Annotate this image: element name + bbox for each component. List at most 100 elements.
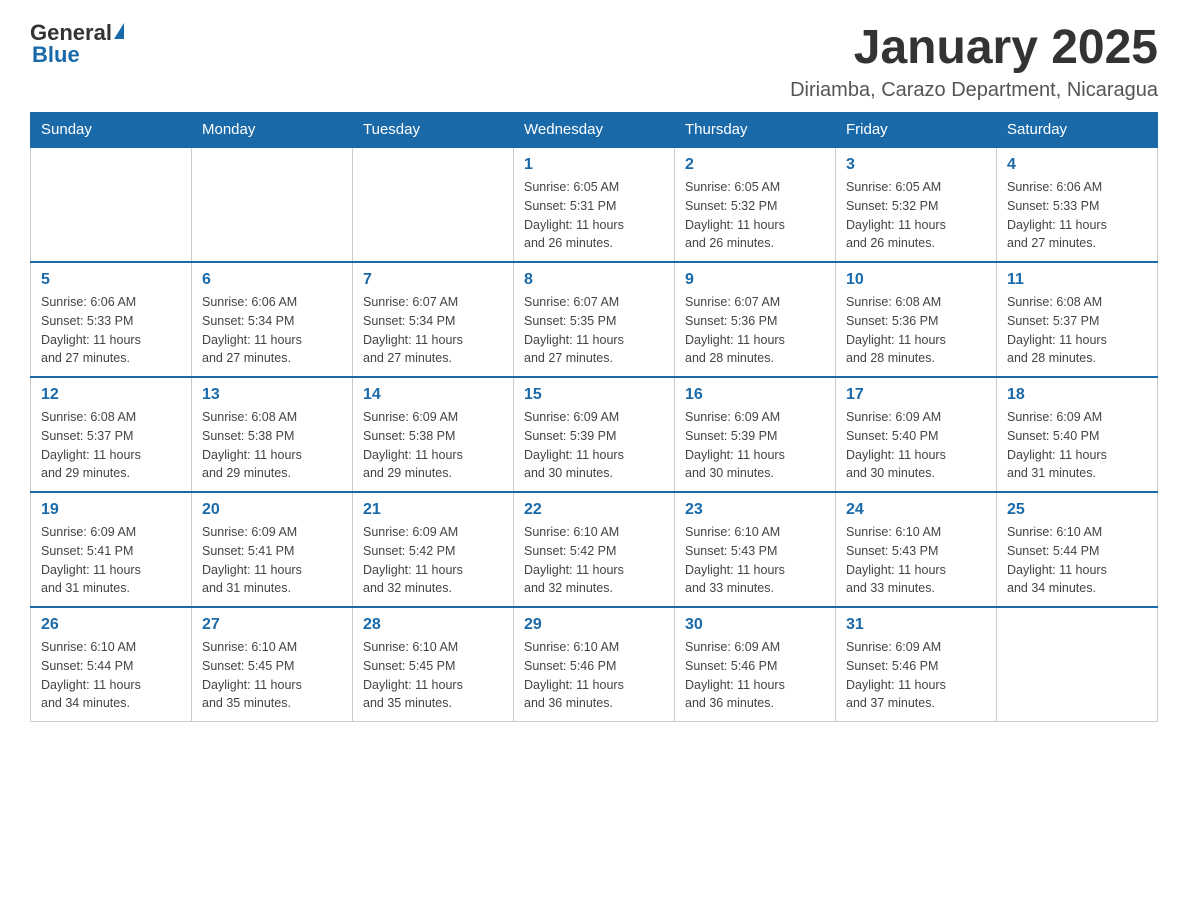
- calendar-cell: [31, 147, 192, 262]
- day-number: 17: [846, 386, 986, 404]
- calendar-cell: 7 Sunrise: 6:07 AM Sunset: 5:34 PM Daylig…: [353, 262, 514, 377]
- day-info: Sunrise: 6:09 AM Sunset: 5:41 PM Dayligh…: [41, 523, 181, 598]
- calendar-cell: 17 Sunrise: 6:09 AM Sunset: 5:40 PM Dayli…: [836, 377, 997, 492]
- day-info: Sunrise: 6:07 AM Sunset: 5:35 PM Dayligh…: [524, 293, 664, 368]
- calendar-cell: [997, 607, 1158, 722]
- day-number: 19: [41, 501, 181, 519]
- day-number: 6: [202, 271, 342, 289]
- calendar-cell: 16 Sunrise: 6:09 AM Sunset: 5:39 PM Dayli…: [675, 377, 836, 492]
- day-header-wednesday: Wednesday: [514, 113, 675, 148]
- day-number: 18: [1007, 386, 1147, 404]
- day-info: Sunrise: 6:08 AM Sunset: 5:37 PM Dayligh…: [41, 408, 181, 483]
- day-number: 23: [685, 501, 825, 519]
- day-info: Sunrise: 6:05 AM Sunset: 5:32 PM Dayligh…: [685, 178, 825, 253]
- calendar-cell: 8Sunrise: 6:07 AM Sunset: 5:35 PM Daylig…: [514, 262, 675, 377]
- day-number: 28: [363, 616, 503, 634]
- calendar-cell: 2 Sunrise: 6:05 AM Sunset: 5:32 PM Daylig…: [675, 147, 836, 262]
- day-header-thursday: Thursday: [675, 113, 836, 148]
- day-number: 3: [846, 156, 986, 174]
- day-info: Sunrise: 6:09 AM Sunset: 5:41 PM Dayligh…: [202, 523, 342, 598]
- calendar-cell: 29 Sunrise: 6:10 AM Sunset: 5:46 PM Dayli…: [514, 607, 675, 722]
- day-number: 9: [685, 271, 825, 289]
- day-info: Sunrise: 6:09 AM Sunset: 5:39 PM Dayligh…: [524, 408, 664, 483]
- day-number: 29: [524, 616, 664, 634]
- day-number: 2: [685, 156, 825, 174]
- day-number: 5: [41, 271, 181, 289]
- calendar-week-5: 26 Sunrise: 6:10 AM Sunset: 5:44 PM Dayli…: [31, 607, 1158, 722]
- day-info: Sunrise: 6:10 AM Sunset: 5:46 PM Dayligh…: [524, 638, 664, 713]
- day-header-saturday: Saturday: [997, 113, 1158, 148]
- day-info: Sunrise: 6:07 AM Sunset: 5:36 PM Dayligh…: [685, 293, 825, 368]
- day-info: Sunrise: 6:10 AM Sunset: 5:43 PM Dayligh…: [685, 523, 825, 598]
- calendar-week-2: 5 Sunrise: 6:06 AM Sunset: 5:33 PM Daylig…: [31, 262, 1158, 377]
- calendar-cell: 26 Sunrise: 6:10 AM Sunset: 5:44 PM Dayli…: [31, 607, 192, 722]
- calendar-cell: [192, 147, 353, 262]
- calendar-cell: 21Sunrise: 6:09 AM Sunset: 5:42 PM Dayli…: [353, 492, 514, 607]
- day-number: 1: [524, 156, 664, 174]
- day-info: Sunrise: 6:09 AM Sunset: 5:46 PM Dayligh…: [685, 638, 825, 713]
- day-info: Sunrise: 6:10 AM Sunset: 5:44 PM Dayligh…: [41, 638, 181, 713]
- day-header-sunday: Sunday: [31, 113, 192, 148]
- page-subtitle: Diriamba, Carazo Department, Nicaragua: [790, 79, 1158, 102]
- day-info: Sunrise: 6:10 AM Sunset: 5:43 PM Dayligh…: [846, 523, 986, 598]
- day-number: 7: [363, 271, 503, 289]
- day-header-monday: Monday: [192, 113, 353, 148]
- calendar-week-1: 1 Sunrise: 6:05 AM Sunset: 5:31 PM Daylig…: [31, 147, 1158, 262]
- day-info: Sunrise: 6:06 AM Sunset: 5:33 PM Dayligh…: [41, 293, 181, 368]
- day-number: 16: [685, 386, 825, 404]
- calendar-cell: 1 Sunrise: 6:05 AM Sunset: 5:31 PM Daylig…: [514, 147, 675, 262]
- day-number: 14: [363, 386, 503, 404]
- calendar-table: SundayMondayTuesdayWednesdayThursdayFrid…: [30, 112, 1158, 722]
- calendar-cell: 4 Sunrise: 6:06 AM Sunset: 5:33 PM Daylig…: [997, 147, 1158, 262]
- day-number: 12: [41, 386, 181, 404]
- calendar-week-3: 12 Sunrise: 6:08 AM Sunset: 5:37 PM Dayli…: [31, 377, 1158, 492]
- calendar-cell: 22 Sunrise: 6:10 AM Sunset: 5:42 PM Dayli…: [514, 492, 675, 607]
- calendar-cell: 20Sunrise: 6:09 AM Sunset: 5:41 PM Dayli…: [192, 492, 353, 607]
- calendar-cell: 27 Sunrise: 6:10 AM Sunset: 5:45 PM Dayli…: [192, 607, 353, 722]
- day-info: Sunrise: 6:06 AM Sunset: 5:33 PM Dayligh…: [1007, 178, 1147, 253]
- calendar-cell: 23 Sunrise: 6:10 AM Sunset: 5:43 PM Dayli…: [675, 492, 836, 607]
- day-number: 25: [1007, 501, 1147, 519]
- day-info: Sunrise: 6:09 AM Sunset: 5:39 PM Dayligh…: [685, 408, 825, 483]
- day-info: Sunrise: 6:06 AM Sunset: 5:34 PM Dayligh…: [202, 293, 342, 368]
- day-number: 31: [846, 616, 986, 634]
- day-info: Sunrise: 6:09 AM Sunset: 5:38 PM Dayligh…: [363, 408, 503, 483]
- day-number: 24: [846, 501, 986, 519]
- calendar-week-4: 19 Sunrise: 6:09 AM Sunset: 5:41 PM Dayli…: [31, 492, 1158, 607]
- day-info: Sunrise: 6:10 AM Sunset: 5:45 PM Dayligh…: [363, 638, 503, 713]
- calendar-cell: 3Sunrise: 6:05 AM Sunset: 5:32 PM Daylig…: [836, 147, 997, 262]
- day-info: Sunrise: 6:10 AM Sunset: 5:45 PM Dayligh…: [202, 638, 342, 713]
- day-number: 13: [202, 386, 342, 404]
- day-info: Sunrise: 6:07 AM Sunset: 5:34 PM Dayligh…: [363, 293, 503, 368]
- calendar-cell: 31Sunrise: 6:09 AM Sunset: 5:46 PM Dayli…: [836, 607, 997, 722]
- day-info: Sunrise: 6:08 AM Sunset: 5:38 PM Dayligh…: [202, 408, 342, 483]
- calendar-cell: 14 Sunrise: 6:09 AM Sunset: 5:38 PM Dayli…: [353, 377, 514, 492]
- calendar-cell: 28 Sunrise: 6:10 AM Sunset: 5:45 PM Dayli…: [353, 607, 514, 722]
- calendar-cell: 30Sunrise: 6:09 AM Sunset: 5:46 PM Dayli…: [675, 607, 836, 722]
- day-info: Sunrise: 6:09 AM Sunset: 5:40 PM Dayligh…: [846, 408, 986, 483]
- calendar-cell: 10Sunrise: 6:08 AM Sunset: 5:36 PM Dayli…: [836, 262, 997, 377]
- calendar-cell: 6 Sunrise: 6:06 AM Sunset: 5:34 PM Daylig…: [192, 262, 353, 377]
- page-header: General Blue January 2025 Diriamba, Cara…: [30, 20, 1158, 102]
- calendar-cell: 24 Sunrise: 6:10 AM Sunset: 5:43 PM Dayli…: [836, 492, 997, 607]
- calendar-cell: 11 Sunrise: 6:08 AM Sunset: 5:37 PM Dayli…: [997, 262, 1158, 377]
- calendar-cell: 15 Sunrise: 6:09 AM Sunset: 5:39 PM Dayli…: [514, 377, 675, 492]
- day-number: 10: [846, 271, 986, 289]
- logo-blue: Blue: [32, 42, 80, 68]
- day-header-tuesday: Tuesday: [353, 113, 514, 148]
- calendar-header-row: SundayMondayTuesdayWednesdayThursdayFrid…: [31, 113, 1158, 148]
- day-info: Sunrise: 6:09 AM Sunset: 5:40 PM Dayligh…: [1007, 408, 1147, 483]
- day-info: Sunrise: 6:05 AM Sunset: 5:31 PM Dayligh…: [524, 178, 664, 253]
- day-number: 26: [41, 616, 181, 634]
- day-info: Sunrise: 6:10 AM Sunset: 5:42 PM Dayligh…: [524, 523, 664, 598]
- day-number: 11: [1007, 271, 1147, 289]
- title-section: January 2025 Diriamba, Carazo Department…: [790, 20, 1158, 102]
- day-number: 27: [202, 616, 342, 634]
- calendar-cell: 13 Sunrise: 6:08 AM Sunset: 5:38 PM Dayli…: [192, 377, 353, 492]
- calendar-cell: 19 Sunrise: 6:09 AM Sunset: 5:41 PM Dayli…: [31, 492, 192, 607]
- day-number: 4: [1007, 156, 1147, 174]
- day-number: 15: [524, 386, 664, 404]
- day-info: Sunrise: 6:08 AM Sunset: 5:37 PM Dayligh…: [1007, 293, 1147, 368]
- calendar-cell: 9 Sunrise: 6:07 AM Sunset: 5:36 PM Daylig…: [675, 262, 836, 377]
- day-number: 22: [524, 501, 664, 519]
